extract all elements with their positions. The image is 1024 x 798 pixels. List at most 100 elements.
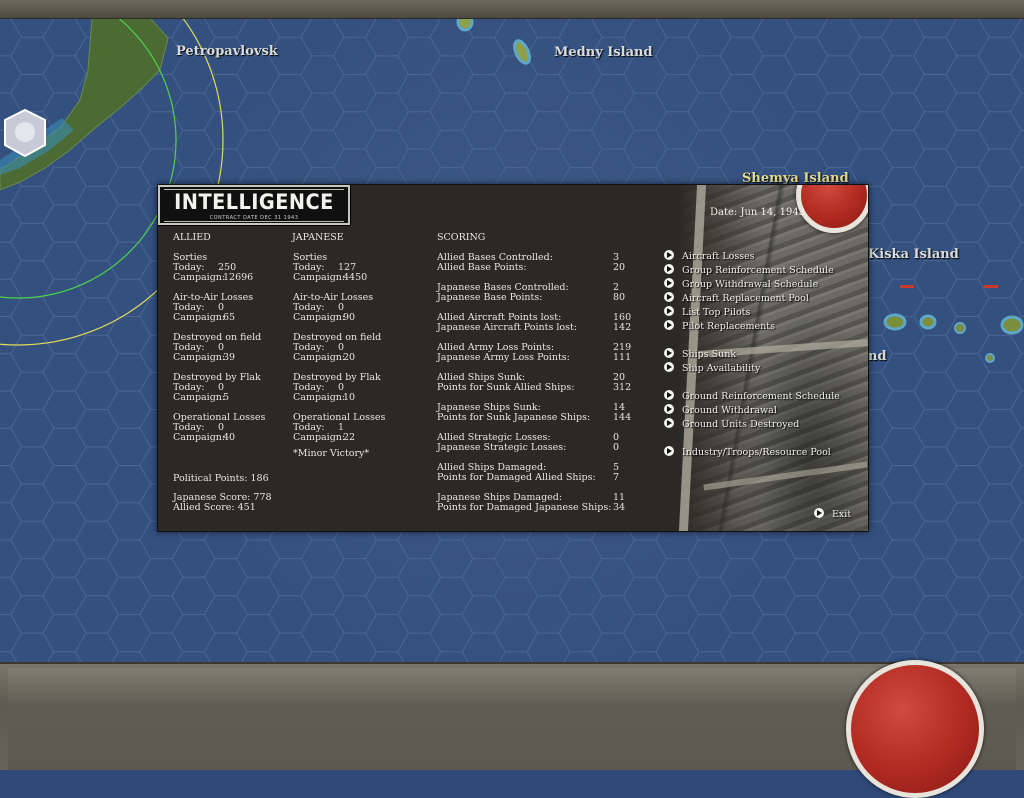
menu-item-label: Group Withdrawal Schedule <box>682 279 819 290</box>
menu-item-label: Group Reinforcement Schedule <box>682 265 834 276</box>
arrow-right-icon <box>664 292 674 302</box>
arrow-right-icon <box>664 278 674 288</box>
political-points: Political Points: 186 <box>173 473 269 484</box>
scoring-value: 7 <box>613 472 620 483</box>
exit-label: Exit <box>832 509 852 520</box>
medny-island <box>513 39 531 65</box>
campaign-value: 40 <box>223 432 236 443</box>
scoring-label: Japanese Strategic Losses: <box>437 442 567 453</box>
scoring-value: 80 <box>613 292 626 303</box>
menu-item-industry-troops-resource-pool[interactable]: Industry/Troops/Resource Pool <box>664 446 831 458</box>
arrow-right-icon <box>664 250 674 260</box>
campaign-value: 10 <box>343 392 356 403</box>
campaign-label: Campaign: <box>293 432 346 443</box>
menu-item-ships-sunk[interactable]: Ships Sunk <box>664 348 736 360</box>
menu-item-label: Industry/Troops/Resource Pool <box>682 447 831 458</box>
small-island <box>919 314 937 330</box>
current-date: Date: Jun 14, 1943 <box>710 207 806 218</box>
menu-item-label: Pilot Replacements <box>682 321 775 332</box>
map-label-medny: Medny Island <box>554 45 653 60</box>
menu-item-ground-withdrawal[interactable]: Ground Withdrawal <box>664 404 777 416</box>
campaign-label: Campaign: <box>293 272 346 283</box>
map-label-petropavlovsk: Petropavlovsk <box>176 44 278 59</box>
small-island <box>954 322 966 334</box>
arrow-right-icon <box>664 264 674 274</box>
exit-button[interactable]: Exit <box>814 508 851 520</box>
scoring-label: Japanese Aircraft Points lost: <box>437 322 578 333</box>
campaign-label: Campaign: <box>173 312 226 323</box>
campaign-label: Campaign: <box>293 392 346 403</box>
scoring-value: 312 <box>613 382 632 393</box>
menu-item-ground-units-destroyed[interactable]: Ground Units Destroyed <box>664 418 799 430</box>
arrow-right-icon <box>664 418 674 428</box>
scoring-value: 144 <box>613 412 632 423</box>
campaign-label: Campaign: <box>293 352 346 363</box>
menu-item-list-top-pilots[interactable]: List Top Pilots <box>664 306 750 318</box>
campaign-value: 90 <box>343 312 356 323</box>
top-frame-strip <box>0 0 1024 19</box>
campaign-label: Campaign: <box>293 312 346 323</box>
small-island <box>1000 315 1024 335</box>
scoring-label: Allied Base Points: <box>437 262 527 273</box>
roundel-button[interactable] <box>846 660 984 798</box>
scoring-value: 34 <box>613 502 626 513</box>
campaign-label: Campaign: <box>173 392 226 403</box>
campaign-label: Campaign: <box>173 432 226 443</box>
ship-marker <box>900 285 914 288</box>
menu-item-label: Ground Reinforcement Schedule <box>682 391 840 402</box>
campaign-value: 4450 <box>343 272 368 283</box>
scoring-label: Japanese Army Loss Points: <box>437 352 570 363</box>
title-plate: INTELLIGENCE CONTRACT DATE DEC 31 1943 <box>158 185 350 225</box>
menu-item-label: Ships Sunk <box>682 349 737 360</box>
arrow-right-icon <box>664 348 674 358</box>
menu-item-group-reinforcement-schedule[interactable]: Group Reinforcement Schedule <box>664 264 834 276</box>
campaign-value: 12696 <box>223 272 254 283</box>
menu-item-group-withdrawal-schedule[interactable]: Group Withdrawal Schedule <box>664 278 818 290</box>
scoring-label: Japanese Base Points: <box>437 292 543 303</box>
menu-item-aircraft-replacement-pool[interactable]: Aircraft Replacement Pool <box>664 292 809 304</box>
scoring-label: Points for Damaged Allied Ships: <box>437 472 596 483</box>
arrow-right-icon <box>664 320 674 330</box>
arrow-right-icon <box>664 362 674 372</box>
scoring-value: 20 <box>613 262 626 273</box>
campaign-value: 5 <box>223 392 230 403</box>
japanese-header: JAPANESE <box>292 232 344 243</box>
arrow-right-icon <box>664 446 674 456</box>
arrow-right-icon <box>664 390 674 400</box>
menu-item-aircraft-losses[interactable]: Aircraft Losses <box>664 250 755 262</box>
arrow-right-icon <box>814 508 824 518</box>
scoring-value: 111 <box>613 352 632 363</box>
campaign-label: Campaign: <box>173 272 226 283</box>
map-label-partial: nd <box>868 349 887 364</box>
scoring-label: Points for Damaged Japanese Ships: <box>437 502 612 513</box>
map-label-kiska: Kiska Island <box>868 247 959 262</box>
base-hex-marker-cloud <box>15 122 35 142</box>
campaign-value: 65 <box>223 312 236 323</box>
menu-item-ship-availability[interactable]: Ship Availability <box>664 362 760 374</box>
scoring-value: 142 <box>613 322 632 333</box>
scoring-value: 0 <box>613 442 620 453</box>
campaign-value: 39 <box>223 352 236 363</box>
panel-title: INTELLIGENCE <box>174 190 334 214</box>
title-rule <box>164 221 344 222</box>
menu-item-label: Ship Availability <box>682 363 761 374</box>
small-island <box>883 313 907 331</box>
allied-score: Allied Score: 451 <box>173 502 256 513</box>
bottom-control-bar <box>0 660 1024 798</box>
scoring-label: Points for Sunk Allied Ships: <box>437 382 575 393</box>
menu-item-label: List Top Pilots <box>682 307 751 318</box>
menu-item-ground-reinforcement-schedule[interactable]: Ground Reinforcement Schedule <box>664 390 840 402</box>
arrow-right-icon <box>664 404 674 414</box>
small-island <box>985 353 995 363</box>
scoring-header: SCORING <box>437 232 486 243</box>
victory-status: *Minor Victory* <box>293 448 370 459</box>
menu-item-label: Aircraft Losses <box>682 251 755 262</box>
menu-item-label: Aircraft Replacement Pool <box>682 293 809 304</box>
scoring-label: Points for Sunk Japanese Ships: <box>437 412 591 423</box>
intelligence-panel: INTELLIGENCE CONTRACT DATE DEC 31 1943 D… <box>157 184 869 532</box>
campaign-label: Campaign: <box>173 352 226 363</box>
menu-item-label: Ground Units Destroyed <box>682 419 800 430</box>
menu-item-pilot-replacements[interactable]: Pilot Replacements <box>664 320 775 332</box>
campaign-value: 20 <box>343 352 356 363</box>
ship-marker <box>984 285 998 288</box>
